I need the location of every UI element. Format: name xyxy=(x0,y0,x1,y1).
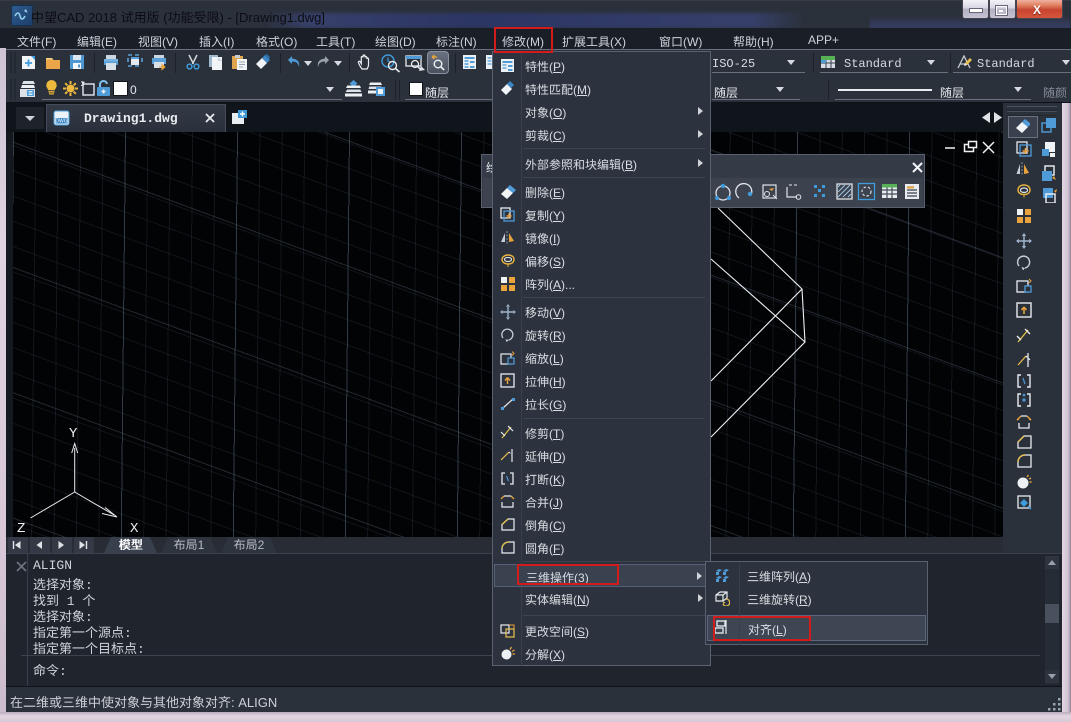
svg-text:Y: Y xyxy=(69,426,78,442)
svg-text:DWG: DWG xyxy=(55,119,67,125)
svg-text:Z: Z xyxy=(17,521,25,537)
svg-text:X: X xyxy=(130,521,139,537)
